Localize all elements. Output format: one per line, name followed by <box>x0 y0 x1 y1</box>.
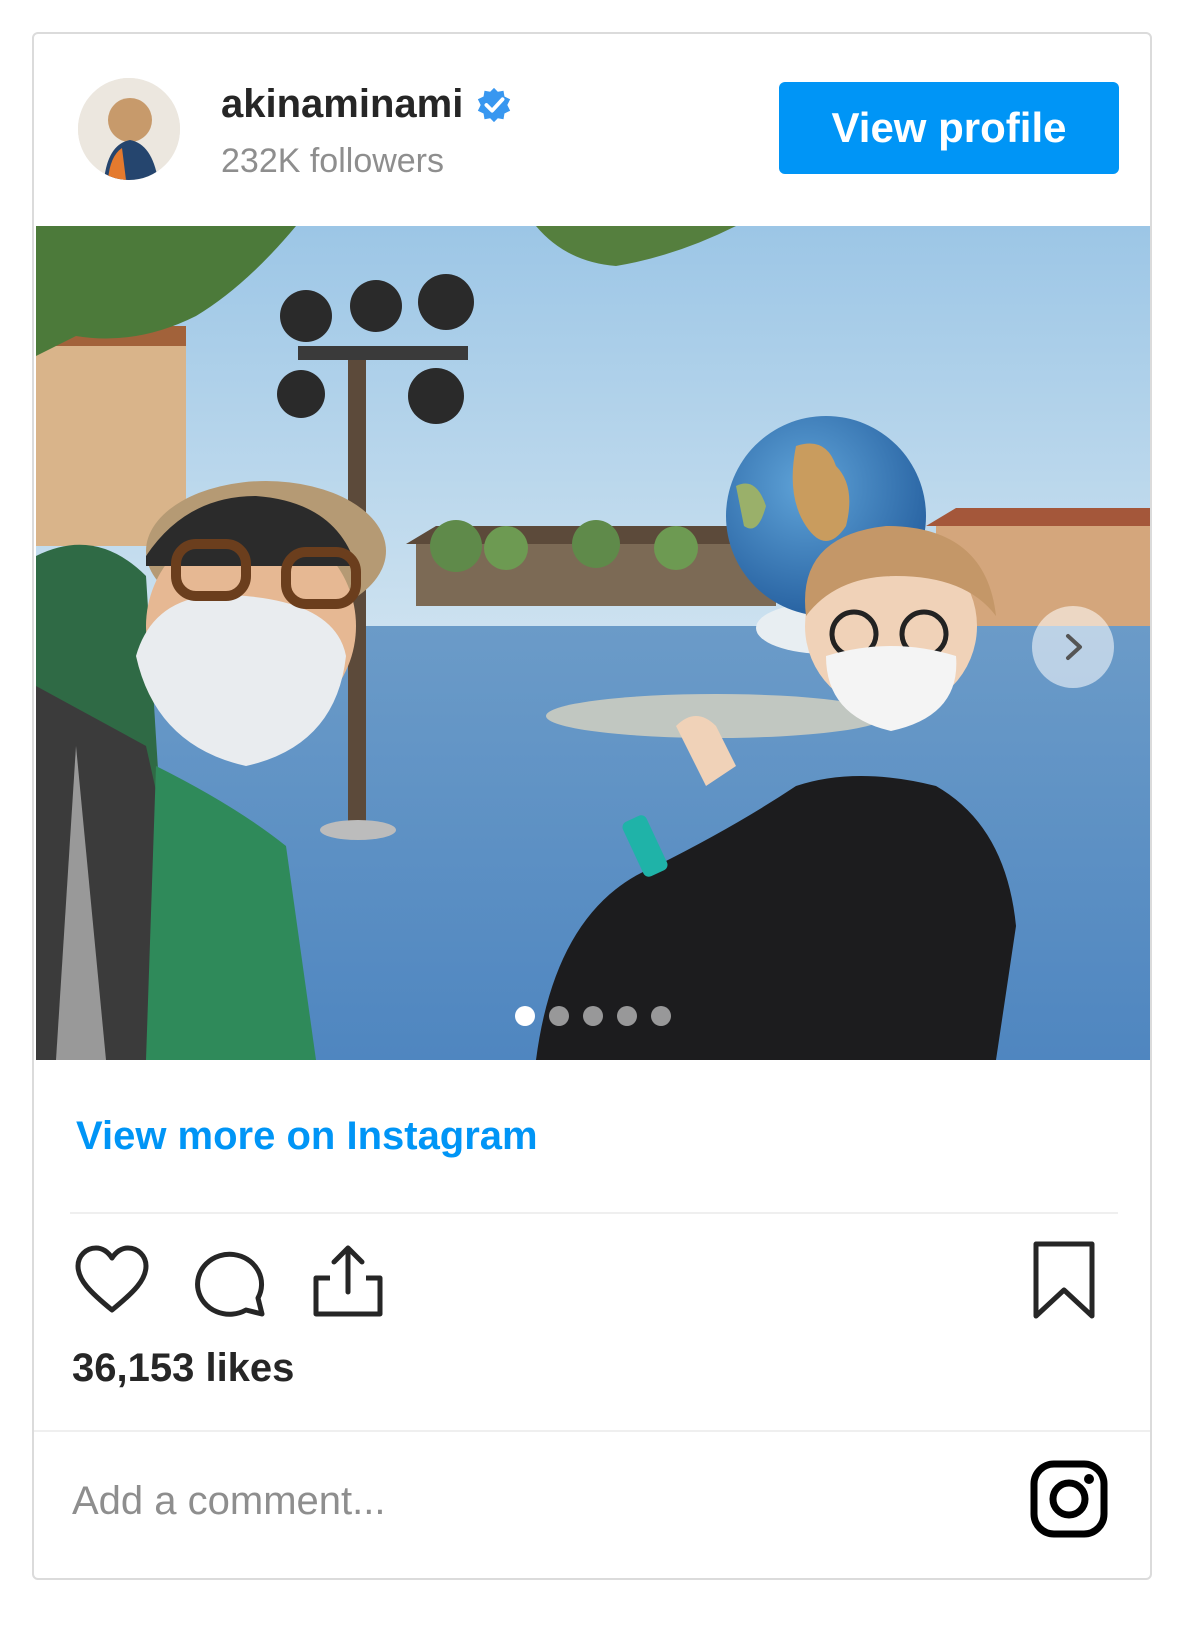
avatar[interactable] <box>78 78 180 180</box>
comment-input[interactable] <box>72 1466 952 1536</box>
carousel-next-button[interactable] <box>1032 606 1114 688</box>
username[interactable]: akinaminami <box>221 82 513 127</box>
post-header: akinaminami 232K followers View profile <box>34 34 1150 224</box>
view-profile-button[interactable]: View profile <box>779 82 1119 174</box>
post-photo[interactable] <box>36 226 1150 1060</box>
follower-count: 232K followers <box>221 142 445 180</box>
comment-icon[interactable] <box>188 1238 272 1322</box>
instagram-logo-icon[interactable] <box>1028 1458 1110 1540</box>
divider <box>34 1430 1150 1432</box>
view-more-on-instagram-link[interactable]: View more on Instagram <box>76 1114 538 1159</box>
bookmark-icon[interactable] <box>1022 1238 1106 1322</box>
divider <box>70 1212 1118 1214</box>
carousel-indicator <box>36 1006 1150 1026</box>
username-text[interactable]: akinaminami <box>221 82 463 127</box>
action-bar <box>70 1238 1118 1328</box>
like-count[interactable]: 36,153 likes <box>72 1346 294 1391</box>
carousel-dot[interactable] <box>583 1006 603 1026</box>
carousel-dot[interactable] <box>651 1006 671 1026</box>
verified-badge-icon <box>478 87 511 122</box>
heart-icon[interactable] <box>70 1238 154 1322</box>
carousel-dot[interactable] <box>515 1006 535 1026</box>
share-icon[interactable] <box>306 1238 390 1322</box>
chevron-right-icon <box>1066 634 1082 660</box>
carousel-dot[interactable] <box>549 1006 569 1026</box>
instagram-embed-card: akinaminami 232K followers View profile <box>32 32 1152 1580</box>
carousel-dot[interactable] <box>617 1006 637 1026</box>
